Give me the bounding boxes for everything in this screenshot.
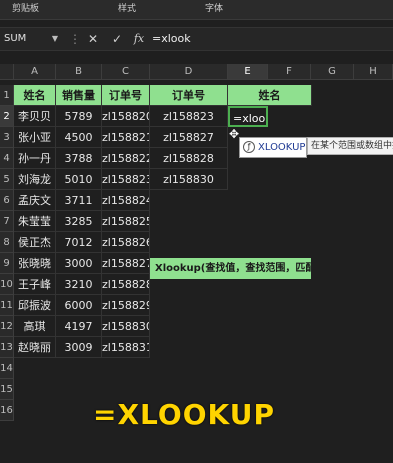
table-cell-order[interactable]: zl158831 (102, 337, 150, 358)
syntax-note[interactable]: Xlookup(查找值，查找范围，匹配范围) (150, 258, 311, 279)
function-icon: ƒ (243, 141, 255, 153)
caption-overlay: =XLOOKUP (93, 398, 275, 431)
table-cell-order[interactable]: zl158825 (102, 211, 150, 232)
column-header-b[interactable]: B (56, 64, 102, 80)
table-cell-name[interactable]: 朱莹莹 (14, 211, 56, 232)
header-cell-lookup-order[interactable]: 订单号 (150, 85, 228, 106)
row-header-14[interactable]: 14 (0, 358, 14, 379)
row-header-16[interactable]: 16 (0, 400, 14, 421)
formula-input[interactable] (152, 28, 392, 50)
table-cell-order[interactable]: zl158828 (102, 274, 150, 295)
header-cell-sales[interactable]: 销售量 (56, 85, 102, 106)
cancel-icon[interactable]: ✕ (84, 28, 102, 50)
ribbon-group-styles[interactable]: 样式 (118, 1, 136, 14)
table-cell-sales[interactable]: 4197 (56, 316, 102, 337)
table-cell-sales[interactable]: 5789 (56, 106, 102, 127)
column-header-a[interactable]: A (14, 64, 56, 80)
table-cell-order[interactable]: zl158820 (102, 106, 150, 127)
table-cell-sales[interactable]: 7012 (56, 232, 102, 253)
more-icon: ⋮ (69, 32, 81, 46)
header-cell-order[interactable]: 订单号 (102, 85, 150, 106)
table-cell-order[interactable]: zl158824 (102, 190, 150, 211)
table-cell-name[interactable]: 侯正杰 (14, 232, 56, 253)
ribbon-group-font[interactable]: 字体 (205, 1, 223, 14)
row-header-4[interactable]: 4 (0, 148, 14, 169)
column-header-f[interactable]: F (268, 64, 311, 80)
chevron-down-icon[interactable]: ▼ (52, 28, 58, 50)
table-cell-sales[interactable]: 4500 (56, 127, 102, 148)
table-cell-sales[interactable]: 6000 (56, 295, 102, 316)
lookup-order-cell[interactable]: zl158823 (150, 106, 228, 127)
row-header-1[interactable]: 1 (0, 85, 14, 106)
header-cell-name[interactable]: 姓名 (14, 85, 56, 106)
table-cell-name[interactable]: 高琪 (14, 316, 56, 337)
mouse-cursor-icon: ✥ (229, 127, 240, 141)
ribbon-group-clipboard[interactable]: 剪贴板 (12, 1, 39, 14)
formula-bar: SUM ▼ ⋮ ✕ ✓ fx (0, 27, 393, 51)
ribbon-gap (0, 51, 393, 64)
row-header-6[interactable]: 6 (0, 190, 14, 211)
table-cell-name[interactable]: 刘海龙 (14, 169, 56, 190)
table-cell-sales[interactable]: 3711 (56, 190, 102, 211)
table-cell-order[interactable]: zl158823 (102, 169, 150, 190)
table-cell-sales[interactable]: 5010 (56, 169, 102, 190)
column-header-e[interactable]: E (228, 64, 268, 80)
row-header-12[interactable]: 12 (0, 316, 14, 337)
ribbon: 剪贴板 样式 字体 (0, 0, 393, 20)
table-cell-sales[interactable]: 3210 (56, 274, 102, 295)
table-cell-sales[interactable]: 3285 (56, 211, 102, 232)
table-cell-sales[interactable]: 3000 (56, 253, 102, 274)
table-cell-sales[interactable]: 3009 (56, 337, 102, 358)
table-cell-order[interactable]: zl158821 (102, 127, 150, 148)
lookup-order-cell[interactable]: zl158830 (150, 169, 228, 190)
column-header-h[interactable]: H (354, 64, 393, 80)
table-cell-name[interactable]: 邱振波 (14, 295, 56, 316)
header-cell-lookup-name[interactable]: 姓名 (228, 85, 312, 106)
lookup-order-cell[interactable]: zl158828 (150, 148, 228, 169)
name-box[interactable]: SUM ▼ (0, 28, 62, 50)
row-header-3[interactable]: 3 (0, 127, 14, 148)
row-header-10[interactable]: 10 (0, 274, 14, 295)
row-header-11[interactable]: 11 (0, 295, 14, 316)
table-cell-order[interactable]: zl158829 (102, 295, 150, 316)
autocomplete-label: XLOOKUP (258, 142, 306, 153)
column-header-g[interactable]: G (311, 64, 354, 80)
row-header-7[interactable]: 7 (0, 211, 14, 232)
table-cell-name[interactable]: 孟庆文 (14, 190, 56, 211)
row-header-5[interactable]: 5 (0, 169, 14, 190)
table-cell-order[interactable]: zl158822 (102, 148, 150, 169)
column-header-c[interactable]: C (102, 64, 150, 80)
table-cell-name[interactable]: 孙一丹 (14, 148, 56, 169)
insert-function-icon[interactable]: fx (130, 28, 148, 50)
table-cell-name[interactable]: 王子峰 (14, 274, 56, 295)
active-cell-e2[interactable]: =xlook (228, 106, 268, 127)
table-cell-name[interactable]: 李贝贝 (14, 106, 56, 127)
table-cell-order[interactable]: zl158830 (102, 316, 150, 337)
row-header-13[interactable]: 13 (0, 337, 14, 358)
row-header-2[interactable]: 2 (0, 106, 14, 127)
table-cell-name[interactable]: 赵晓丽 (14, 337, 56, 358)
function-tooltip: 在某个范围或数组中搜索 (307, 137, 393, 155)
row-header-8[interactable]: 8 (0, 232, 14, 253)
row-header-15[interactable]: 15 (0, 379, 14, 400)
row-header-9[interactable]: 9 (0, 253, 14, 274)
name-box-value: SUM (4, 33, 27, 44)
select-all-corner[interactable] (0, 64, 14, 80)
table-cell-sales[interactable]: 3788 (56, 148, 102, 169)
table-cell-order[interactable]: zl158827 (102, 253, 150, 274)
enter-icon[interactable]: ✓ (108, 28, 126, 50)
table-cell-name[interactable]: 张晓晓 (14, 253, 56, 274)
autocomplete-item-xlookup[interactable]: ƒ XLOOKUP (239, 137, 307, 158)
lookup-order-cell[interactable]: zl158827 (150, 127, 228, 148)
table-cell-order[interactable]: zl158826 (102, 232, 150, 253)
table-cell-name[interactable]: 张小亚 (14, 127, 56, 148)
column-header-d[interactable]: D (150, 64, 228, 80)
